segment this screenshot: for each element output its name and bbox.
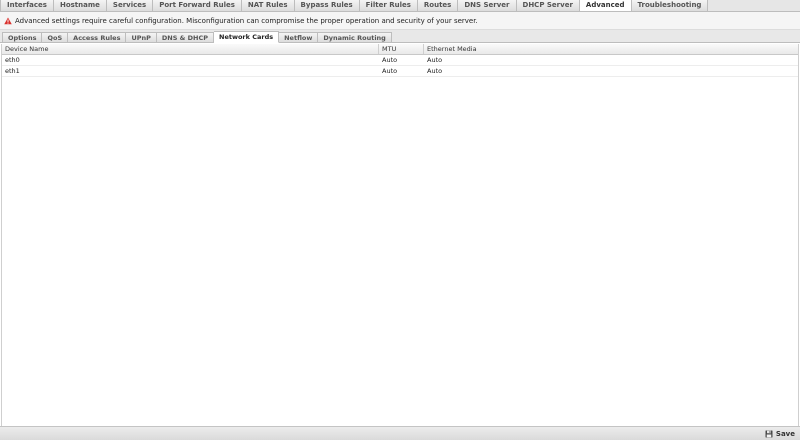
subtab-options[interactable]: Options	[2, 32, 43, 43]
tab-interfaces[interactable]: Interfaces	[0, 0, 54, 11]
grid-header: Device Name MTU Ethernet Media	[2, 44, 798, 55]
cell-device-name: eth1	[5, 67, 20, 75]
subtab-dynamic-routing[interactable]: Dynamic Routing	[318, 32, 392, 43]
app-window: Interfaces Hostname Services Port Forwar…	[0, 0, 800, 440]
subtab-dns-dhcp[interactable]: DNS & DHCP	[156, 32, 214, 43]
tab-troubleshooting[interactable]: Troubleshooting	[631, 0, 709, 11]
subtab-qos[interactable]: QoS	[42, 32, 69, 43]
subtab-netflow[interactable]: Netflow	[279, 32, 319, 43]
cell-mtu: Auto	[382, 67, 398, 75]
warning-triangle-icon	[4, 17, 12, 24]
cell-ethernet-media: Auto	[427, 56, 443, 64]
tab-dhcp-server[interactable]: DHCP Server	[516, 0, 580, 11]
table-row[interactable]: eth0 Auto Auto	[2, 55, 798, 66]
cell-mtu: Auto	[382, 56, 398, 64]
subtab-access-rules[interactable]: Access Rules	[68, 32, 127, 43]
warning-banner: Advanced settings require careful config…	[0, 12, 800, 30]
tab-hostname[interactable]: Hostname	[53, 0, 107, 11]
save-button[interactable]: Save	[765, 429, 795, 439]
cell-ethernet-media: Auto	[427, 67, 443, 75]
footer-toolbar: Save	[0, 426, 800, 440]
tab-dns-server[interactable]: DNS Server	[458, 0, 517, 11]
save-label: Save	[775, 430, 795, 438]
top-tab-bar: Interfaces Hostname Services Port Forwar…	[0, 0, 800, 12]
tab-bypass-rules[interactable]: Bypass Rules	[294, 0, 360, 11]
tab-routes[interactable]: Routes	[417, 0, 459, 11]
subtab-network-cards[interactable]: Network Cards	[214, 31, 280, 43]
column-header-device-name[interactable]: Device Name	[2, 44, 379, 54]
subtab-upnp[interactable]: UPnP	[126, 32, 157, 43]
tab-filter-rules[interactable]: Filter Rules	[359, 0, 418, 11]
tab-nat-rules[interactable]: NAT Rules	[241, 0, 295, 11]
cell-device-name: eth0	[5, 56, 20, 64]
table-row[interactable]: eth1 Auto Auto	[2, 66, 798, 77]
column-header-ethernet-media[interactable]: Ethernet Media	[424, 44, 798, 54]
warning-text: Advanced settings require careful config…	[15, 16, 478, 25]
network-cards-grid: Device Name MTU Ethernet Media eth0 Auto…	[1, 44, 799, 426]
floppy-disk-icon	[765, 430, 773, 438]
sub-tab-bar: Options QoS Access Rules UPnP DNS & DHCP…	[0, 30, 800, 43]
tab-port-forward-rules[interactable]: Port Forward Rules	[153, 0, 242, 11]
tab-services[interactable]: Services	[106, 0, 154, 11]
tab-advanced[interactable]: Advanced	[579, 0, 632, 11]
column-header-mtu[interactable]: MTU	[379, 44, 424, 54]
